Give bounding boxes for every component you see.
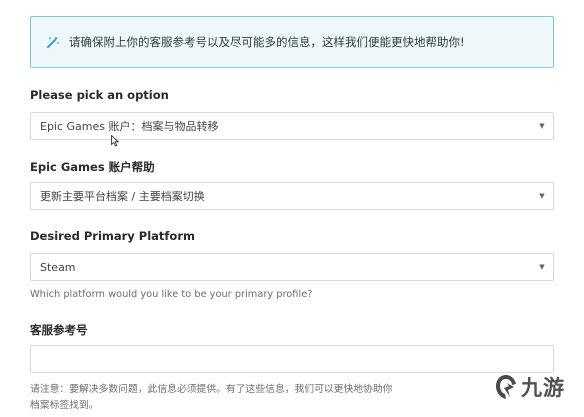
help-topic-label: Epic Games 账户帮助 (30, 160, 155, 174)
platform-select[interactable]: Steam ▼ (30, 253, 554, 281)
watermark-text: 九游 (521, 376, 565, 400)
help-topic-select[interactable]: 更新主要平台档案 / 主要档案切换 ▼ (30, 182, 554, 210)
jiuyou-logo-icon (496, 375, 516, 399)
mouse-cursor-icon (111, 135, 119, 147)
info-notice: 请确保附上你的客服参考号以及尽可能多的信息，这样我们便能更快地帮助你! (30, 16, 554, 68)
option-select[interactable]: Epic Games 账户：档案与物品转移 ▼ (30, 112, 554, 140)
notice-text: 请确保附上你的客服参考号以及尽可能多的信息，这样我们便能更快地帮助你! (69, 35, 465, 49)
reference-help-line1: 请注意：要解决多数问题，此信息必须提供。有了这些信息，我们可以更快地协助你 (30, 384, 393, 395)
watermark: 九游 (493, 372, 565, 402)
chevron-down-icon: ▼ (539, 122, 545, 130)
option-label: Please pick an option (30, 88, 169, 102)
reference-help-line2: 档案标签找到。 (30, 400, 99, 411)
option-select-value: Epic Games 账户：档案与物品转移 (40, 120, 219, 133)
reference-input[interactable] (30, 345, 554, 373)
platform-help-text: Which platform would you like to be your… (30, 289, 313, 300)
platform-select-value: Steam (40, 260, 76, 274)
platform-label: Desired Primary Platform (30, 229, 195, 243)
chevron-down-icon: ▼ (539, 192, 545, 200)
reference-label: 客服参考号 (30, 323, 88, 337)
magic-wand-icon (46, 35, 60, 49)
chevron-down-icon: ▼ (539, 263, 545, 271)
help-topic-select-value: 更新主要平台档案 / 主要档案切换 (40, 190, 205, 203)
